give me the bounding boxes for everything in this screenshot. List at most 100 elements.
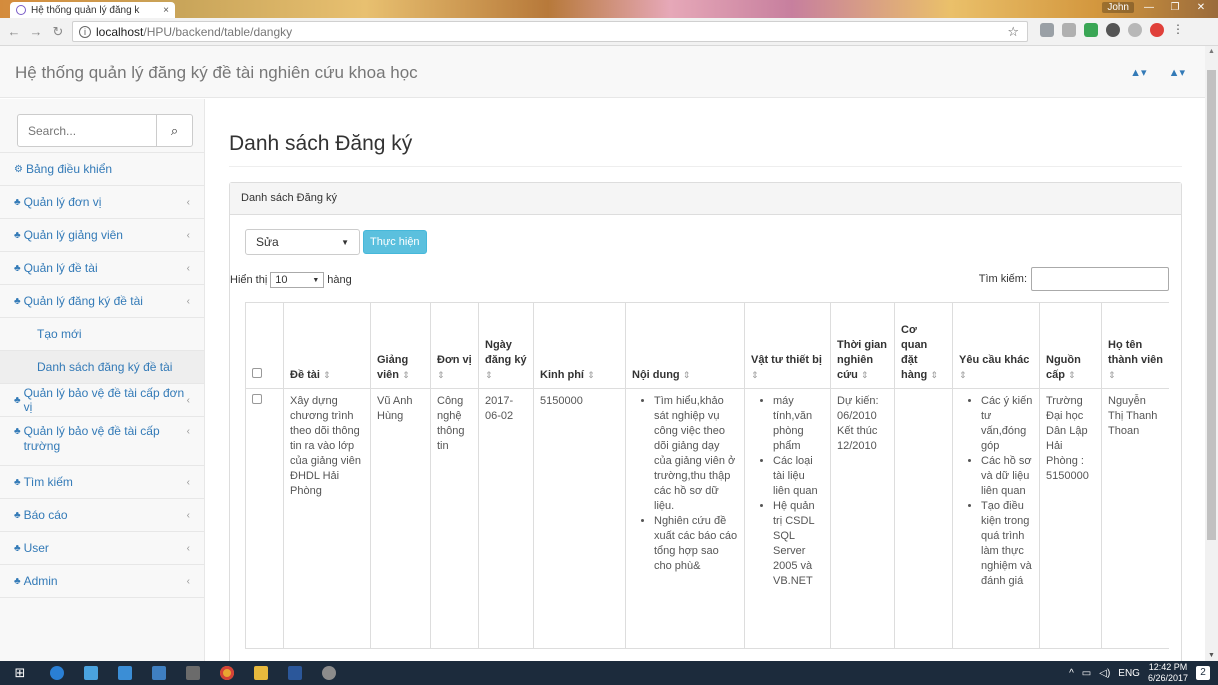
minimize-icon[interactable]: — (1138, 2, 1160, 13)
sidebar-item[interactable]: ♣ Quản lý đăng ký đề tài ‹ (0, 285, 204, 318)
sidebar-item-label: Quản lý bảo vệ đề tài cấp đơn vị (23, 386, 185, 414)
store-icon[interactable] (142, 661, 176, 685)
sort-icon[interactable]: ⇕ (959, 370, 967, 380)
table-cell: Các ý kiến tư vấn,đóng gópCác hồ sơ và d… (952, 388, 1040, 649)
column-header[interactable]: Họ tên thành viên ⇕ (1101, 302, 1169, 389)
extension-icon[interactable] (1062, 23, 1076, 37)
table-cell: Nguyễn Thị Thanh Thoan (1101, 388, 1169, 649)
column-header[interactable]: Giảng viên ⇕ (370, 302, 431, 389)
mail-icon[interactable] (108, 661, 142, 685)
bell-icon[interactable]: ▲▾ (1130, 66, 1146, 79)
table-cell: Xây dựng chương trình theo dõi thông tin… (283, 388, 371, 649)
tab-close-icon[interactable]: × (163, 5, 169, 16)
table-cell: 2017-06-02 (478, 388, 534, 649)
table-cell: Công nghệ thông tin (430, 388, 479, 649)
sidebar-item[interactable]: ♣ Tìm kiếm ‹ (0, 466, 204, 499)
page-scrollbar[interactable]: ▲ ▼ (1205, 46, 1218, 661)
sort-icon[interactable]: ⇕ (861, 370, 869, 380)
sort-icon[interactable]: ⇕ (1108, 370, 1116, 380)
os-taskbar: ⊞ ^ ▭ ◁) ENG 12:42 PM 6/26/2017 2 (0, 661, 1218, 685)
word-icon[interactable] (278, 661, 312, 685)
reload-icon[interactable]: ↻ (50, 24, 66, 40)
cell-list-item: Tìm hiểu,khảo sát nghiệp vụ công việc th… (654, 394, 738, 514)
maximize-icon[interactable]: ❐ (1164, 2, 1186, 13)
execute-button[interactable]: Thực hiện (363, 230, 427, 254)
sidebar-item[interactable]: ⚙ Bảng điều khiển (0, 153, 204, 186)
scroll-down-icon[interactable]: ▼ (1205, 652, 1218, 659)
sort-icon[interactable]: ⇕ (323, 370, 331, 380)
sitemap-icon: ♣ (14, 394, 21, 406)
extension-icon[interactable] (1084, 23, 1098, 37)
scroll-up-icon[interactable]: ▲ (1205, 48, 1218, 55)
close-window-icon[interactable]: ✕ (1190, 2, 1212, 13)
user-icon[interactable]: ▲▾ (1169, 66, 1185, 79)
app-brand[interactable]: Hệ thống quản lý đăng ký đề tài nghiên c… (15, 63, 418, 83)
sidebar-item[interactable]: ♣ User ‹ (0, 532, 204, 565)
bulk-action-select[interactable]: Sửa ▼ (245, 229, 360, 255)
clock-date: 6/26/2017 (1147, 673, 1188, 683)
pen-app-icon[interactable] (312, 661, 346, 685)
media-icon[interactable] (74, 661, 108, 685)
search-input[interactable] (18, 115, 156, 146)
tray-expand-icon[interactable]: ^ (1069, 668, 1074, 679)
browser-tab[interactable]: Hệ thống quản lý đăng k × (10, 2, 175, 18)
column-header[interactable]: Vật tư thiết bị ⇕ (744, 302, 831, 389)
sort-icon[interactable]: ⇕ (485, 370, 493, 380)
sidebar-item[interactable]: ♣ Báo cáo ‹ (0, 499, 204, 532)
app-icon[interactable] (176, 661, 210, 685)
row-checkbox[interactable] (252, 394, 262, 404)
extension-icon[interactable] (1128, 23, 1142, 37)
clock-time: 12:42 PM (1148, 662, 1188, 672)
sort-icon[interactable]: ⇕ (683, 370, 691, 380)
menu-kebab-icon[interactable]: ⋮ (1172, 23, 1184, 37)
url-bar[interactable]: i localhost/HPU/backend/table/dangky ☆ (72, 21, 1028, 42)
bookmark-star-icon[interactable]: ☆ (1007, 24, 1019, 40)
column-header[interactable]: Đề tài ⇕ (283, 302, 371, 389)
sort-icon[interactable]: ⇕ (751, 370, 759, 380)
filter-input[interactable] (1031, 267, 1169, 291)
sort-icon[interactable]: ⇕ (587, 370, 595, 380)
sidebar-item[interactable]: ♣ Quản lý giảng viên ‹ (0, 219, 204, 252)
select-all-checkbox[interactable] (252, 368, 262, 378)
site-info-icon[interactable]: i (79, 25, 91, 38)
edge-icon[interactable] (40, 661, 74, 685)
clock[interactable]: 12:42 PM 6/26/2017 (1148, 662, 1188, 684)
sort-icon[interactable]: ⇕ (930, 370, 938, 380)
file-explorer-icon[interactable] (244, 661, 278, 685)
column-header[interactable]: Kinh phí ⇕ (533, 302, 626, 389)
network-icon[interactable]: ▭ (1082, 668, 1091, 679)
speaker-icon[interactable]: ◁) (1099, 668, 1110, 679)
sidebar-item[interactable]: ♣ Quản lý đơn vị ‹ (0, 186, 204, 219)
column-header[interactable]: Ngày đăng ký ⇕ (478, 302, 534, 389)
page-length-select[interactable]: 10 ▼ (270, 272, 325, 288)
column-header[interactable]: Thời gian nghiên cứu ⇕ (830, 302, 895, 389)
notification-icon[interactable]: 2 (1196, 666, 1210, 680)
language-indicator[interactable]: ENG (1118, 668, 1140, 679)
forward-icon[interactable]: → (28, 24, 44, 39)
extension-icon[interactable] (1106, 23, 1120, 37)
sidebar-item[interactable]: ♣ Quản lý đề tài ‹ (0, 252, 204, 285)
sidebar-subitem[interactable]: Danh sách đăng ký đề tài (0, 351, 204, 384)
column-header[interactable]: Cơ quan đặt hàng ⇕ (894, 302, 953, 389)
scroll-thumb[interactable] (1207, 70, 1216, 540)
sidebar-item[interactable]: ♣ Admin ‹ (0, 565, 204, 598)
column-header[interactable]: Yêu cầu khác ⇕ (952, 302, 1040, 389)
length-suffix: hàng (327, 274, 352, 286)
search-icon[interactable]: ⌕ (156, 115, 192, 146)
sidebar-item[interactable]: ♣ Quản lý bảo vệ đề tài cấp đơn vị ‹ (0, 384, 204, 417)
sidebar-item[interactable]: ♣ Quản lý bảo vệ đề tài cấp trường ‹ (0, 417, 204, 466)
sidebar-subitem[interactable]: Tạo mới (0, 318, 204, 351)
column-header[interactable]: Nội dung ⇕ (625, 302, 745, 389)
column-header[interactable]: Đơn vị ⇕ (430, 302, 479, 389)
profile-name[interactable]: John (1102, 2, 1134, 13)
chrome-icon[interactable] (210, 661, 244, 685)
table-row[interactable]: Xây dựng chương trình theo dõi thông tin… (245, 388, 1169, 649)
sort-icon[interactable]: ⇕ (402, 370, 410, 380)
back-icon[interactable]: ← (6, 24, 22, 39)
sort-icon[interactable]: ⇕ (437, 370, 445, 380)
windows-start-icon[interactable]: ⊞ (0, 665, 40, 681)
adblock-icon[interactable] (1150, 23, 1164, 37)
column-header[interactable]: Nguồn cấp ⇕ (1039, 302, 1102, 389)
extension-icon[interactable] (1040, 23, 1054, 37)
sort-icon[interactable]: ⇕ (1068, 370, 1076, 380)
